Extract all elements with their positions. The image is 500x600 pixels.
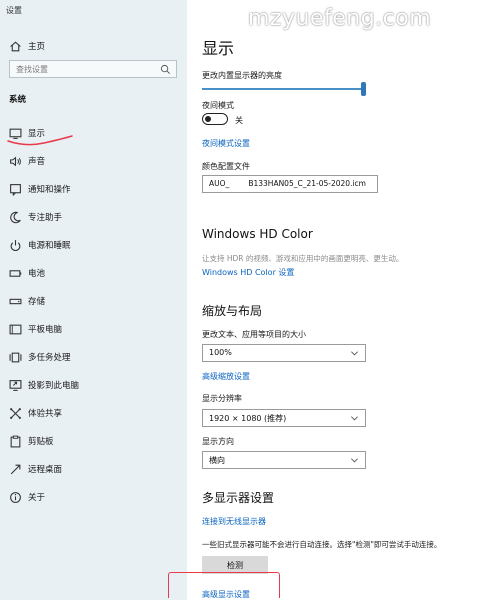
- night-mode-settings-link[interactable]: 夜间模式设置: [202, 138, 250, 149]
- sidebar-item-sound[interactable]: 声音: [0, 149, 187, 175]
- red-box-annotation: [168, 572, 280, 598]
- brightness-slider-thumb[interactable]: [361, 82, 366, 96]
- search-placeholder: 查找设置: [16, 65, 48, 74]
- sidebar-item-storage[interactable]: 存储: [0, 289, 187, 315]
- search-input[interactable]: 查找设置: [9, 60, 177, 78]
- toggle-knob: [205, 115, 211, 122]
- scale-value: 100%: [209, 348, 232, 357]
- resolution-value: 1920 × 1080 (推荐): [209, 414, 287, 423]
- sidebar-item-battery[interactable]: 电池: [0, 261, 187, 287]
- sidebar-item-label: 关于: [28, 493, 46, 503]
- sidebar-item-notifications[interactable]: 通知和操作: [0, 177, 187, 203]
- sidebar-section-title: 系统: [9, 95, 27, 105]
- multi-display-description: 一些旧式显示器可能不会进行自动连接。选择"检测"即可尝试手动连接。: [202, 540, 442, 549]
- sidebar-item-label: 体验共享: [28, 409, 63, 419]
- wireless-display-link[interactable]: 连接到无线显示器: [202, 516, 266, 527]
- storage-icon: [9, 298, 22, 305]
- sidebar-item-label: 声音: [28, 157, 46, 167]
- color-profile-label: 颜色配置文件: [202, 162, 250, 171]
- chevron-down-icon: [351, 351, 358, 356]
- orientation-value: 横向: [209, 456, 225, 465]
- search-icon: [160, 64, 170, 74]
- sidebar-item-power[interactable]: 电源和睡眠: [0, 233, 187, 259]
- chevron-down-icon: [351, 416, 358, 421]
- sidebar-item-tablet[interactable]: 平板电脑: [0, 317, 187, 343]
- home-icon: [10, 41, 21, 52]
- sidebar-item-label: 投影到此电脑: [28, 381, 80, 391]
- chevron-down-icon: [351, 458, 358, 463]
- sidebar-home[interactable]: 主页: [0, 34, 187, 60]
- scale-dropdown[interactable]: 100%: [202, 344, 366, 362]
- sidebar-item-remote-desktop[interactable]: 远程桌面: [0, 457, 187, 483]
- advanced-scaling-link[interactable]: 高级缩放设置: [202, 371, 250, 382]
- project-icon: [9, 380, 22, 391]
- sidebar-item-label: 电池: [28, 269, 46, 279]
- sidebar-item-shared-experiences[interactable]: 体验共享: [0, 401, 187, 427]
- info-icon: [10, 492, 21, 503]
- orientation-label: 显示方向: [202, 437, 234, 446]
- hd-color-description: 让支持 HDR 的视频、游戏和应用中的画面更明亮、更生动。: [202, 254, 404, 263]
- sidebar-item-label: 电源和睡眠: [28, 241, 71, 251]
- battery-icon: [9, 270, 22, 277]
- multi-display-title: 多显示器设置: [202, 491, 275, 505]
- sidebar-item-label: 剪贴板: [28, 437, 54, 447]
- scale-label: 更改文本、应用等项目的大小: [202, 330, 306, 339]
- detect-button-label: 检测: [227, 561, 243, 570]
- remote-desktop-icon: [10, 464, 21, 475]
- clipboard-icon: [10, 435, 21, 448]
- moon-icon: [10, 211, 21, 224]
- notification-icon: [10, 184, 21, 196]
- sidebar-item-clipboard[interactable]: 剪贴板: [0, 429, 187, 455]
- sidebar-item-label: 存储: [28, 297, 46, 307]
- sidebar-home-label: 主页: [28, 42, 46, 52]
- hd-color-title: Windows HD Color: [202, 227, 313, 241]
- brightness-label: 更改内置显示器的亮度: [202, 71, 282, 80]
- sidebar-item-label: 专注助手: [28, 213, 63, 223]
- resolution-dropdown[interactable]: 1920 × 1080 (推荐): [202, 409, 366, 427]
- sidebar-item-project[interactable]: 投影到此电脑: [0, 373, 187, 399]
- page-title: 显示: [202, 39, 235, 58]
- hd-color-settings-link[interactable]: Windows HD Color 设置: [202, 267, 294, 278]
- window-title: 设置: [6, 6, 22, 15]
- red-underline-annotation: [7, 135, 73, 146]
- sidebar-item-label: 平板电脑: [28, 325, 63, 335]
- sidebar-item-label: 通知和操作: [28, 185, 71, 195]
- watermark-text: mzyuefeng.com: [248, 6, 432, 31]
- color-profile-value: AUO_ B133HAN05_C_21-05-2020.icm: [209, 179, 366, 188]
- speaker-icon: [10, 156, 21, 167]
- share-icon: [10, 408, 21, 419]
- night-mode-toggle[interactable]: [202, 113, 228, 125]
- night-mode-label: 夜间模式: [202, 101, 234, 110]
- color-profile-dropdown[interactable]: AUO_ B133HAN05_C_21-05-2020.icm: [202, 175, 378, 193]
- sidebar-item-label: 多任务处理: [28, 353, 71, 363]
- brightness-slider-track[interactable]: [202, 88, 364, 90]
- sidebar-item-about[interactable]: 关于: [0, 485, 187, 511]
- sidebar: 设置 主页 查找设置 系统 显示 声音 通知和操作 专注助手 电源和睡眠 电池 …: [0, 0, 187, 600]
- tablet-icon: [9, 324, 22, 335]
- scale-section-title: 缩放与布局: [202, 304, 263, 318]
- resolution-label: 显示分辨率: [202, 394, 242, 403]
- sidebar-item-focus-assist[interactable]: 专注助手: [0, 205, 187, 231]
- multitask-icon: [9, 352, 22, 363]
- power-icon: [10, 240, 21, 251]
- night-mode-state: 关: [235, 116, 243, 125]
- orientation-dropdown[interactable]: 横向: [202, 451, 366, 469]
- sidebar-item-label: 远程桌面: [28, 465, 63, 475]
- sidebar-item-multitasking[interactable]: 多任务处理: [0, 345, 187, 371]
